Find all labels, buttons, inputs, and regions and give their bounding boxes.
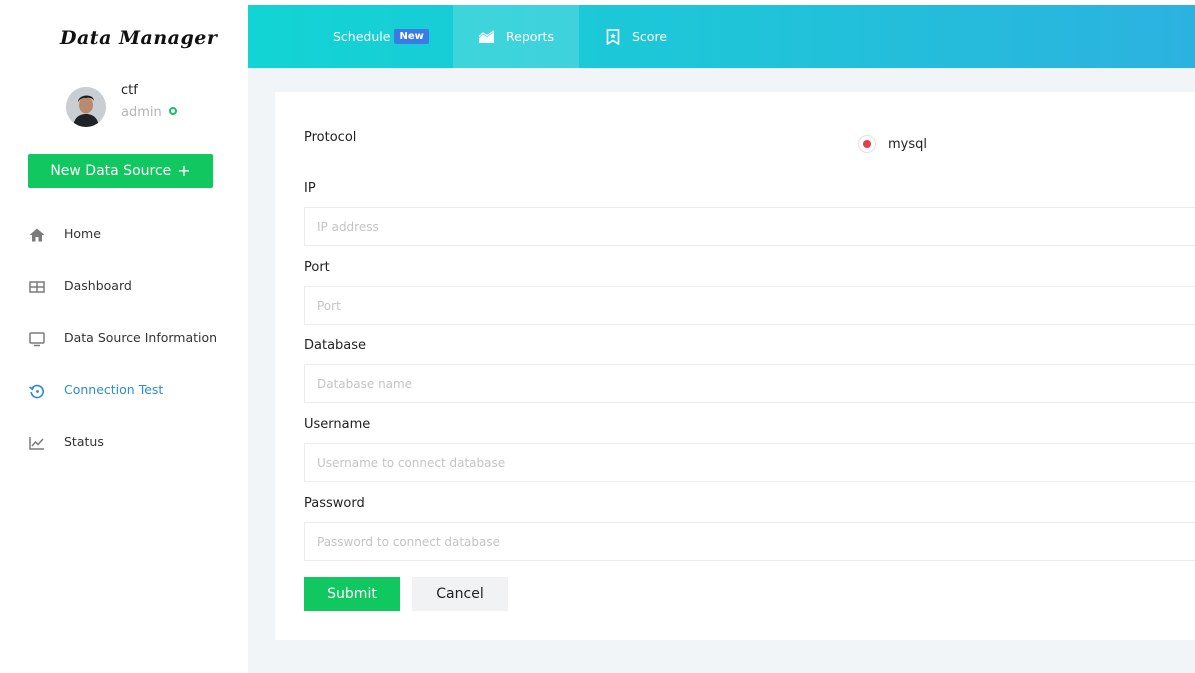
tab-score[interactable]: Score	[606, 5, 667, 68]
line-chart-icon	[29, 437, 44, 450]
monitor-icon	[29, 332, 45, 347]
radio-selected-dot	[863, 140, 871, 148]
port-input[interactable]	[304, 286, 1195, 325]
app-logo: Data Manager	[60, 27, 218, 49]
password-label: Password	[304, 496, 365, 511]
database-input[interactable]	[304, 364, 1195, 403]
sidebar-item-dashboard[interactable]: Dashboard	[0, 272, 248, 302]
protocol-label: Protocol	[304, 130, 357, 145]
username-input[interactable]	[304, 443, 1195, 482]
tab-reports[interactable]: Reports	[453, 5, 579, 68]
main-content: Protocol mysql IP Port Database Username…	[248, 68, 1195, 673]
username-label: Username	[304, 417, 371, 432]
bookmark-star-icon	[606, 28, 620, 45]
sidebar-item-label: Home	[64, 226, 101, 241]
database-label: Database	[304, 338, 367, 353]
cancel-button[interactable]: Cancel	[412, 577, 508, 611]
sidebar-item-data-source-information[interactable]: Data Source Information	[0, 324, 248, 354]
radio-label: mysql	[888, 136, 927, 152]
sidebar-item-label: Connection Test	[64, 382, 164, 397]
plus-icon: +	[177, 161, 191, 180]
sidebar-item-label: Dashboard	[64, 278, 132, 293]
sidebar-item-status[interactable]: Status	[0, 428, 248, 458]
user-role-line: admin	[121, 105, 177, 120]
radio-button[interactable]	[858, 135, 876, 153]
online-status-icon	[168, 107, 177, 115]
ip-label: IP	[304, 181, 316, 196]
history-icon	[28, 384, 44, 399]
new-data-source-button[interactable]: New Data Source +	[28, 154, 213, 188]
new-data-source-label: New Data Source	[50, 163, 172, 179]
grid-icon	[29, 281, 45, 293]
avatar[interactable]	[66, 87, 106, 127]
new-badge: New	[394, 29, 429, 44]
password-input[interactable]	[304, 522, 1195, 561]
sidebar-item-connection-test[interactable]: Connection Test	[0, 376, 248, 406]
tab-label: Schedule	[333, 29, 391, 44]
avatar-image	[66, 87, 106, 127]
user-name: ctf	[121, 83, 138, 98]
ip-input[interactable]	[304, 207, 1195, 246]
port-label: Port	[304, 260, 330, 275]
protocol-option-mysql[interactable]: mysql	[858, 135, 927, 153]
submit-button[interactable]: Submit	[304, 577, 400, 611]
sidebar-item-label: Status	[64, 434, 104, 449]
area-chart-icon	[478, 29, 495, 43]
tab-schedule[interactable]: Schedule New	[333, 5, 429, 68]
sidebar-item-home[interactable]: Home	[0, 220, 248, 250]
sidebar: Data Manager ctf admin New Data Source +…	[0, 5, 248, 673]
home-icon	[29, 228, 45, 242]
tab-label: Reports	[506, 29, 554, 44]
top-navbar: Schedule New Reports Score	[248, 5, 1195, 68]
connection-form-card: Protocol mysql IP Port Database Username…	[275, 92, 1195, 640]
sidebar-item-label: Data Source Information	[64, 330, 218, 345]
user-role: admin	[121, 105, 162, 120]
tab-label: Score	[632, 29, 668, 44]
